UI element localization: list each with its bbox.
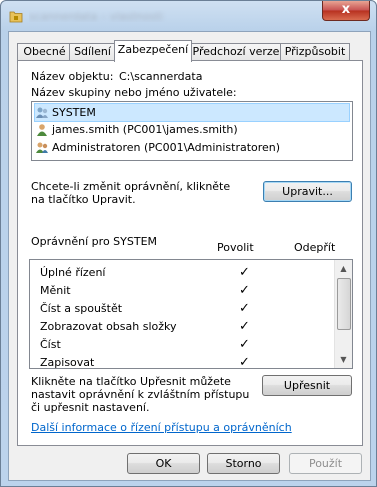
edit-button-label: Upravit... [282, 185, 333, 198]
tab-label: Sdílení [74, 45, 111, 58]
list-item[interactable]: SYSTEM [34, 103, 350, 122]
permission-name: Zapisovat [40, 356, 95, 369]
table-row: Číst a spouštět ✓ [40, 300, 340, 318]
scroll-up-icon[interactable]: ▲ [335, 260, 352, 277]
table-row: Úplné řízení ✓ [40, 264, 340, 282]
table-row: Zapisovat ✓ [40, 354, 340, 369]
tab-security[interactable]: Zabezpečení [114, 40, 192, 62]
scroll-down-icon[interactable]: ▼ [335, 351, 352, 368]
object-name-label: Název objektu: [31, 70, 114, 83]
list-item[interactable]: james.smith (PC001\james.smith) [35, 121, 238, 138]
tab-label: Předchozí verze [192, 45, 280, 58]
tab-general[interactable]: Obecné [17, 43, 72, 61]
ok-button-label: OK [155, 457, 172, 470]
allow-check-icon: ✓ [239, 265, 250, 280]
cancel-button-label: Storno [225, 457, 262, 470]
edit-button[interactable]: Upravit... [263, 181, 352, 202]
table-row: Zobrazovat obsah složky ✓ [40, 318, 340, 336]
table-row: Číst ✓ [40, 336, 340, 354]
tab-sharing[interactable]: Sdílení [69, 43, 116, 61]
table-row: Měnit ✓ [40, 282, 340, 300]
deny-column-header: Odepřít [294, 241, 336, 254]
permissions-for-label: Oprávnění pro SYSTEM [31, 235, 158, 248]
help-link[interactable]: Další informace o řízení přístupu a oprá… [31, 421, 292, 434]
permission-name: Úplné řízení [40, 266, 106, 279]
principal-name: james.smith (PC001\james.smith) [52, 123, 238, 136]
tab-label: Zabezpečení [117, 43, 189, 56]
advanced-button-label: Upřesnit [283, 379, 331, 392]
list-item[interactable]: Administratoren (PC001\Administratoren) [35, 139, 280, 156]
principal-name: Administratoren (PC001\Administratoren) [52, 141, 281, 154]
object-name-value: C:\scannerdata [119, 70, 203, 83]
ok-button[interactable]: OK [127, 453, 200, 474]
allow-check-icon: ✓ [239, 337, 250, 352]
allow-check-icon: ✓ [239, 355, 250, 369]
allow-check-icon: ✓ [239, 301, 250, 316]
tab-label: Obecné [23, 45, 66, 58]
permissions-scrollbar[interactable]: ▲ ▼ [334, 260, 352, 368]
permission-name: Měnit [40, 284, 71, 297]
apply-button-label: Použít [308, 457, 343, 470]
allow-check-icon: ✓ [239, 283, 250, 298]
permission-name: Zobrazovat obsah složky [40, 320, 177, 333]
window-title: scannerdata – vlastnosti [29, 10, 169, 22]
permissions-list: Úplné řízení ✓ Měnit ✓ Číst a spouštět ✓… [29, 259, 353, 369]
principal-name: SYSTEM [52, 106, 96, 119]
cancel-button[interactable]: Storno [207, 453, 280, 474]
user-icon [37, 124, 47, 136]
principals-list[interactable]: SYSTEM james.smith (PC001\james.smith) A… [31, 101, 353, 161]
tab-previous-versions[interactable]: Předchozí verze [190, 43, 282, 61]
folder-icon [9, 11, 23, 23]
tab-customize[interactable]: Přizpůsobit [280, 43, 350, 61]
properties-window: scannerdata – vlastnosti x Obecné Sdílen… [0, 0, 377, 487]
change-hint: Chcete-li změnit oprávnění, klikněte na … [31, 180, 231, 206]
close-button[interactable]: x [322, 1, 370, 21]
window-title-text: scannerdata – vlastnosti [29, 10, 163, 22]
allow-column-header: Povolit [217, 241, 254, 254]
groups-label: Název skupiny nebo jméno uživatele: [31, 86, 237, 99]
apply-button[interactable]: Použít [289, 453, 362, 474]
close-icon: x [341, 2, 351, 17]
advanced-hint: Klikněte na tlačítko Upřesnit můžete nas… [31, 375, 250, 414]
dialog-client: Obecné Sdílení Zabezpečení Předchozí ver… [8, 31, 371, 481]
tab-label: Přizpůsobit [284, 45, 346, 58]
scroll-thumb[interactable] [337, 278, 351, 330]
permission-name: Číst [40, 338, 61, 351]
security-panel: Název objektu: C:\scannerdata Název skup… [17, 60, 363, 446]
title-bar: scannerdata – vlastnosti x [1, 1, 376, 31]
advanced-button[interactable]: Upřesnit [262, 375, 352, 396]
allow-check-icon: ✓ [239, 319, 250, 334]
permission-name: Číst a spouštět [40, 302, 123, 315]
users-group-icon [36, 142, 48, 153]
users-group-icon [36, 107, 48, 118]
